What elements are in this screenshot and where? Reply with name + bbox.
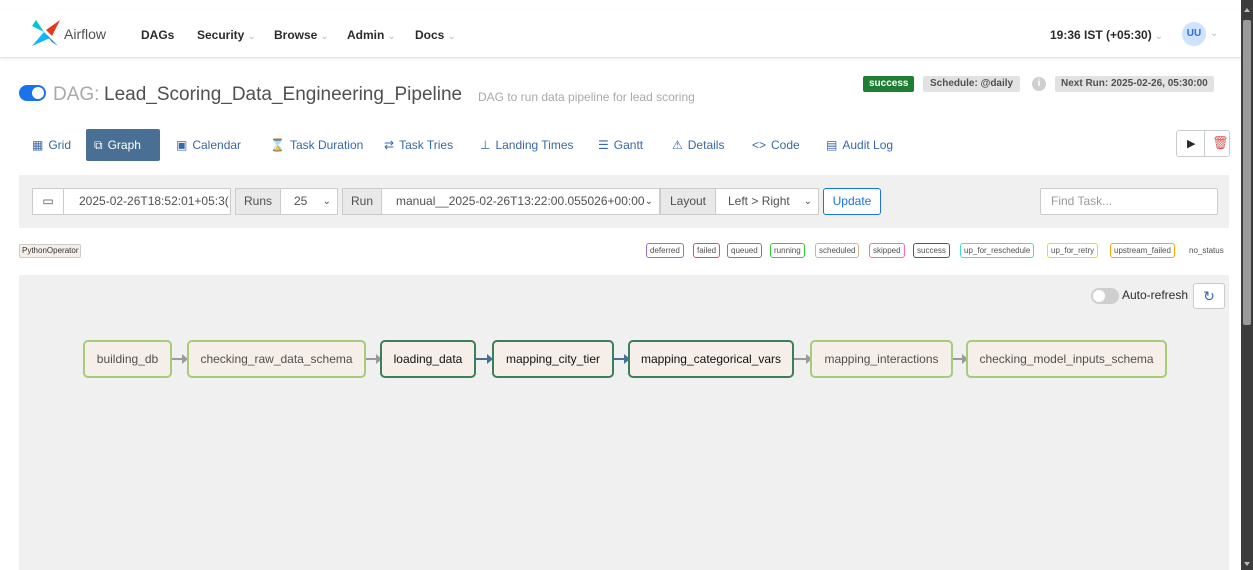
- dag-actions: ▶ 🗑: [1176, 130, 1230, 157]
- scroll-down-icon[interactable]: [1244, 562, 1250, 566]
- task-node-mapping-interactions[interactable]: mapping_interactions: [810, 340, 953, 378]
- chevron-down-icon[interactable]: ⌄: [1210, 28, 1218, 39]
- nav-admin[interactable]: Admin ⌄: [347, 28, 396, 42]
- dag-edge: [172, 354, 188, 364]
- base-date-input[interactable]: 2025-02-26T18:52:01+05:3(: [63, 188, 231, 215]
- next-run-badge: Next Run: 2025-02-26, 05:30:00: [1055, 76, 1214, 92]
- top-navbar: Airflow DAGs Security ⌄ Browse ⌄ Admin ⌄ Do…: [0, 10, 1241, 58]
- task-node-checking-raw-data-schema[interactable]: checking_raw_data_schema: [187, 340, 366, 378]
- state-success[interactable]: success: [913, 243, 950, 258]
- operator-legend-chip[interactable]: PythonOperator: [19, 244, 82, 258]
- trash-icon[interactable]: 🗑: [1212, 135, 1229, 151]
- tab-task-tries[interactable]: ⇄ Task Tries: [376, 129, 461, 161]
- code-icon: <>: [752, 138, 767, 152]
- retry-icon: ⇄: [384, 138, 395, 152]
- brand-name[interactable]: Airflow: [64, 26, 106, 42]
- calendar-icon: ▣: [176, 138, 188, 152]
- state-queued[interactable]: queued: [727, 243, 762, 258]
- dag-pause-toggle[interactable]: [19, 85, 46, 101]
- chevron-down-icon: ⌄: [320, 31, 329, 42]
- state-skipped[interactable]: skipped: [869, 243, 905, 258]
- timezone-selector[interactable]: 19:36 IST (+05:30) ⌄: [1050, 28, 1163, 42]
- run-select[interactable]: manual__2025-02-26T13:22:00.055026+00:00…: [381, 188, 660, 215]
- chevron-down-icon: ⌄: [803, 196, 812, 207]
- dag-edge: [476, 354, 493, 364]
- audit-icon: ▤: [826, 138, 838, 152]
- chevron-down-icon: ⌄: [322, 196, 331, 207]
- chevron-down-icon: ⌄: [447, 31, 456, 42]
- task-node-building-db[interactable]: building_db: [83, 340, 172, 378]
- calendar-icon[interactable]: ▭: [32, 188, 64, 215]
- grid-icon: ▦: [32, 138, 44, 152]
- scroll-up-icon[interactable]: [1244, 8, 1250, 12]
- layout-select[interactable]: Left > Right ⌄: [715, 188, 819, 215]
- tab-gantt[interactable]: ☰ Gantt: [590, 129, 651, 161]
- auto-refresh-switch[interactable]: [1091, 288, 1119, 304]
- dag-edge: [614, 354, 630, 364]
- dag-prefix-label: DAG:: [53, 84, 100, 105]
- warning-icon: ⚠: [672, 138, 683, 152]
- dag-edge: [366, 354, 382, 364]
- tab-calendar[interactable]: ▣ Calendar: [168, 129, 249, 161]
- dag-description: DAG to run data pipeline for lead scorin…: [478, 90, 695, 104]
- nav-browse[interactable]: Browse ⌄: [274, 28, 329, 42]
- gantt-icon: ☰: [598, 138, 609, 152]
- dag-status-badge: success: [863, 76, 915, 92]
- graph-icon: ⧉: [94, 138, 103, 152]
- nav-security[interactable]: Security ⌄: [197, 28, 256, 42]
- dag-edge: [953, 354, 968, 364]
- state-running[interactable]: running: [770, 243, 805, 258]
- state-deferred[interactable]: deferred: [646, 243, 684, 258]
- dag-title: Lead_Scoring_Data_Engineering_Pipeline: [104, 84, 463, 105]
- state-no-status[interactable]: no_status: [1189, 244, 1224, 257]
- nav-dags[interactable]: DAGs: [141, 28, 174, 42]
- info-icon[interactable]: i: [1032, 77, 1046, 91]
- tab-grid[interactable]: ▦ Grid: [24, 129, 79, 161]
- task-node-mapping-categorical-vars[interactable]: mapping_categorical_vars: [628, 340, 794, 378]
- landing-icon: ⊥: [480, 138, 491, 152]
- state-scheduled[interactable]: scheduled: [815, 243, 860, 258]
- state-up-for-reschedule[interactable]: up_for_reschedule: [960, 243, 1035, 258]
- chevron-down-icon: ⌄: [387, 31, 396, 42]
- graph-canvas[interactable]: [19, 275, 1229, 570]
- update-button[interactable]: Update: [823, 188, 881, 215]
- runs-label: Runs: [235, 188, 281, 215]
- tab-audit-log[interactable]: ▤ Audit Log: [818, 129, 901, 161]
- layout-label: Layout: [660, 188, 716, 215]
- chevron-down-icon: ⌄: [247, 31, 256, 42]
- window-top-band: [0, 0, 1253, 10]
- refresh-icon[interactable]: ↻: [1193, 283, 1225, 309]
- runs-select[interactable]: 25 ⌄: [280, 188, 338, 215]
- dag-edge: [794, 354, 812, 364]
- state-upstream-failed[interactable]: upstream_failed: [1110, 243, 1175, 258]
- task-node-mapping-city-tier[interactable]: mapping_city_tier: [492, 340, 614, 378]
- divider: [1204, 131, 1205, 156]
- auto-refresh-label: Auto-refresh: [1122, 288, 1189, 302]
- find-task-input[interactable]: Find Task...: [1040, 188, 1218, 215]
- play-icon[interactable]: ▶: [1187, 137, 1195, 150]
- nav-docs[interactable]: Docs ⌄: [415, 28, 456, 42]
- state-failed[interactable]: failed: [693, 243, 721, 258]
- tab-task-duration[interactable]: ⌛ Task Duration: [262, 129, 371, 161]
- task-node-checking-model-inputs-schema[interactable]: checking_model_inputs_schema: [966, 340, 1167, 378]
- airflow-logo-icon[interactable]: [30, 18, 62, 48]
- tab-code[interactable]: <> Code: [744, 129, 808, 161]
- page-scrollbar[interactable]: [1241, 0, 1253, 570]
- user-avatar[interactable]: UU: [1182, 22, 1206, 46]
- scrollbar-thumb[interactable]: [1243, 20, 1251, 325]
- chevron-down-icon: ⌄: [1154, 31, 1164, 42]
- schedule-badge: Schedule: @daily: [923, 76, 1021, 92]
- state-up-for-retry[interactable]: up_for_retry: [1047, 243, 1099, 258]
- chevron-down-icon: ⌄: [644, 196, 653, 207]
- tab-details[interactable]: ⚠ Details: [664, 129, 732, 161]
- run-label: Run: [342, 188, 382, 215]
- tab-graph[interactable]: ⧉ Graph: [86, 129, 160, 161]
- tab-landing-times[interactable]: ⊥ Landing Times: [472, 129, 582, 161]
- hourglass-icon: ⌛: [270, 138, 285, 152]
- task-node-loading-data[interactable]: loading_data: [380, 340, 476, 378]
